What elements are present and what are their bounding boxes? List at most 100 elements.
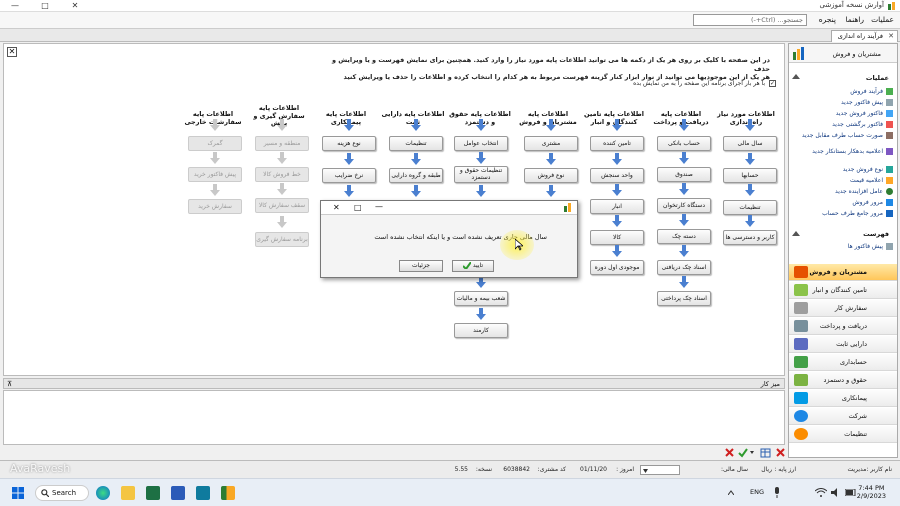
clock-time: 7:44 PM	[858, 484, 885, 492]
language-indicator[interactable]: ENG	[750, 488, 764, 496]
side-panel-header: مشتریان و فروش	[789, 44, 897, 63]
arrow-down-icon	[546, 153, 556, 165]
check-icon	[738, 448, 748, 458]
arrow-down-icon	[745, 119, 755, 131]
arrow-down-icon	[679, 152, 689, 164]
desk-pin-icon[interactable]: ⊼	[7, 380, 12, 388]
collapse-icon[interactable]	[792, 231, 800, 237]
word-icon[interactable]	[171, 486, 185, 500]
tab-label: فرآیند راه اندازی	[837, 32, 883, 40]
app-icon[interactable]	[196, 486, 210, 500]
op-new-increaser[interactable]: عامل افزاینده جدید	[797, 188, 893, 195]
module-suppliers[interactable]: تامین کنندگان و انبار	[789, 282, 897, 299]
company-icon	[794, 410, 808, 422]
accounting-icon	[794, 356, 808, 368]
op-new-debit-credit[interactable]: اعلامیه بدهکار بستانکار جدید	[797, 148, 893, 155]
details-button[interactable]: جزئیات	[399, 260, 443, 272]
module-settings[interactable]: تنظیمات	[789, 426, 897, 443]
op-label: فاکتور فروش جدید	[835, 110, 883, 117]
module-label: تنظیمات	[844, 430, 867, 438]
module-payroll[interactable]: حقوق و دستمزد	[789, 372, 897, 389]
op-new-statement[interactable]: صورت حساب طرف مقابل جدید	[797, 132, 893, 139]
list-proformas[interactable]: پیش فاکتور ها	[797, 243, 893, 250]
avarash-icon[interactable]	[221, 486, 235, 500]
ops-title: عملیات	[865, 74, 889, 82]
tab-setup-process[interactable]: ✕ فرآیند راه اندازی	[830, 30, 898, 42]
close-window-button[interactable]: ✕	[60, 0, 90, 11]
chevron-down-icon	[643, 469, 648, 473]
arrow-down-icon	[277, 119, 287, 131]
arrow-down-icon	[546, 119, 556, 131]
menu-operations[interactable]: عملیات	[871, 15, 894, 24]
status-version: نسخه:	[475, 466, 492, 473]
taskbar-search[interactable]: Search	[35, 485, 89, 501]
side-panel: مشتریان و فروش عملیات فرآیند فروش پیش فا…	[788, 43, 898, 458]
module-accounting[interactable]: حسابداری	[789, 354, 897, 371]
module-company[interactable]: شرکت	[789, 408, 897, 425]
chevron-up-icon[interactable]	[728, 490, 734, 495]
fiscal-year-select[interactable]	[640, 465, 680, 475]
error-dialog: ✕ □ — سال مالی جاری تعریف نشده است و یا …	[320, 200, 578, 278]
edge-icon[interactable]	[96, 486, 110, 500]
op-new-sale-type[interactable]: نوع فروش جدید	[797, 166, 893, 173]
op-label: صورت حساب طرف مقابل جدید	[801, 132, 883, 139]
search-label: Search	[52, 489, 77, 497]
search-input[interactable]: جستجو... (Ctrl+-)	[693, 14, 807, 26]
module-label: شرکت	[848, 412, 867, 420]
payment-icon	[794, 320, 808, 332]
module-fixed-assets[interactable]: دارایی ثابت	[789, 336, 897, 353]
op-new-return[interactable]: فاکتور برگشتی جدید	[797, 121, 893, 128]
invoice-icon	[886, 110, 893, 117]
status-customer-code: کد مشتری:	[537, 466, 566, 473]
module-work-order[interactable]: سفارش کار	[789, 300, 897, 317]
module-payments[interactable]: دریافت و پرداخت	[789, 318, 897, 335]
dialog-minimize-button[interactable]: —	[375, 202, 383, 211]
windows-start-icon[interactable]	[12, 487, 24, 499]
op-new-invoice[interactable]: فاکتور فروش جدید	[797, 110, 893, 117]
volume-icon[interactable]	[831, 488, 841, 497]
module-label: دارایی ثابت	[836, 340, 867, 348]
module-label: تامین کنندگان و انبار	[812, 286, 868, 294]
minimize-button[interactable]: —	[0, 0, 30, 11]
status-user: نام کاربر :مدیریت	[847, 466, 892, 473]
notice-icon	[886, 148, 893, 155]
module-sales[interactable]: مشتریان و فروش	[789, 264, 897, 281]
status-today: امروز :	[616, 466, 634, 473]
module-contracting[interactable]: پیمانکاری	[789, 390, 897, 407]
op-sales-process[interactable]: فرآیند فروش	[797, 88, 893, 95]
arrow-down-icon	[411, 153, 421, 165]
op-label: اعلامیه بدهکار بستانکار جدید	[812, 148, 883, 155]
excel-icon[interactable]	[146, 486, 160, 500]
ok-label: تایید	[472, 262, 484, 269]
arrow-down-icon	[277, 183, 287, 195]
close-tab-icon[interactable]: ✕	[888, 32, 894, 40]
microphone-icon[interactable]	[773, 487, 781, 498]
battery-icon[interactable]	[845, 489, 857, 496]
ok-button[interactable]: تایید	[452, 260, 494, 272]
module-label: حسابداری	[839, 358, 867, 366]
dialog-close-button[interactable]: ✕	[333, 203, 340, 212]
dialog-maximize-button[interactable]: □	[354, 203, 362, 212]
file-explorer-icon[interactable]	[121, 486, 135, 500]
op-browse-accounts[interactable]: مرور جامع طرف حساب	[797, 210, 893, 217]
tab-strip: ✕ فرآیند راه اندازی	[0, 29, 900, 42]
arrow-down-icon	[612, 245, 622, 257]
app-icon	[564, 203, 571, 212]
maximize-button[interactable]: □	[30, 0, 60, 11]
collapse-icon[interactable]	[792, 74, 800, 80]
system-clock[interactable]: 7:44 PM 2/9/2023	[857, 484, 886, 500]
op-new-proforma[interactable]: پیش فاکتور جدید	[797, 99, 893, 106]
list-icon	[886, 243, 893, 250]
status-fiscal-year: سال مالی:	[720, 466, 748, 473]
op-price-notice[interactable]: اعلامیه قیمت	[797, 177, 893, 184]
arrow-down-icon	[411, 119, 421, 131]
status-version-value: 5.55	[454, 466, 468, 473]
asset-icon	[794, 338, 808, 350]
arrow-down-icon	[476, 185, 486, 197]
menu-window[interactable]: پنجره	[819, 15, 836, 24]
module-label: دریافت و پرداخت	[819, 322, 867, 330]
wifi-icon[interactable]	[815, 488, 827, 497]
menu-help[interactable]: راهنما	[845, 15, 864, 24]
op-label: پیش فاکتور جدید	[841, 99, 883, 106]
op-browse-sales[interactable]: مرور فروش	[797, 199, 893, 206]
